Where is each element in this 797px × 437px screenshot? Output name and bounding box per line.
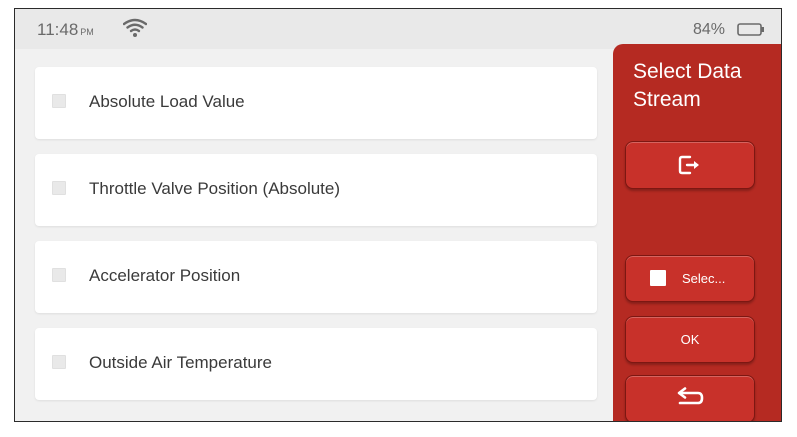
data-stream-list: Absolute Load Value Throttle Valve Posit… xyxy=(15,49,613,421)
data-stream-item[interactable]: Accelerator Position xyxy=(35,241,597,313)
back-arrow-icon xyxy=(677,387,704,405)
status-bar: 11:48 PM 84% xyxy=(15,9,781,49)
exit-button[interactable] xyxy=(625,141,755,189)
data-stream-item-label: Absolute Load Value xyxy=(89,92,245,111)
battery-icon xyxy=(737,23,764,36)
select-all-button[interactable]: Selec... xyxy=(625,255,755,302)
status-time-value: 11:48 xyxy=(37,20,79,39)
ok-label: OK xyxy=(680,332,700,347)
ok-button[interactable]: OK xyxy=(625,316,755,363)
data-stream-item[interactable]: Throttle Valve Position (Absolute) xyxy=(35,154,597,226)
data-stream-item-label: Outside Air Temperature xyxy=(89,353,272,372)
status-time: 11:48 PM xyxy=(37,20,94,40)
back-button[interactable] xyxy=(625,375,755,421)
data-stream-item[interactable]: Absolute Load Value xyxy=(35,67,597,139)
item-checkbox[interactable] xyxy=(52,268,66,282)
item-checkbox[interactable] xyxy=(52,94,66,108)
item-checkbox[interactable] xyxy=(52,181,66,195)
data-stream-item-label: Accelerator Position xyxy=(89,266,241,285)
item-checkbox[interactable] xyxy=(52,355,66,369)
wifi-icon xyxy=(123,18,147,37)
select-all-checkbox-icon xyxy=(650,270,666,286)
status-time-ampm: PM xyxy=(80,27,94,37)
battery-percent: 84% xyxy=(692,21,725,38)
data-stream-item-label: Throttle Valve Position (Absolute) xyxy=(89,179,341,198)
exit-icon xyxy=(678,155,699,175)
sidebar-title: Select Data Stream xyxy=(633,60,742,111)
data-stream-item[interactable]: Outside Air Temperature xyxy=(35,328,597,400)
device-screen: 11:48 PM 84% Absolute Load Value Throttle… xyxy=(14,8,782,422)
select-all-label: Selec... xyxy=(682,271,726,286)
action-sidebar: Select Data Stream Selec... OK xyxy=(613,44,781,421)
